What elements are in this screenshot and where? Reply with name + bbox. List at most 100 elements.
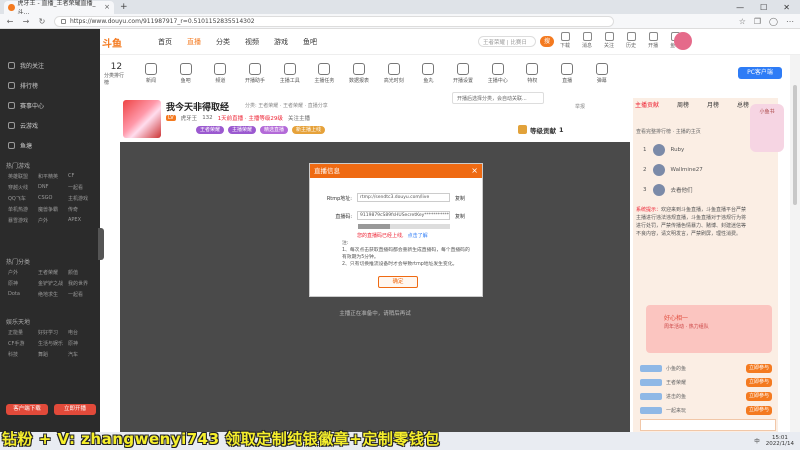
- sidebar-link[interactable]: QQ飞车: [8, 195, 38, 202]
- mascot-badge[interactable]: 小鱼书: [750, 104, 784, 152]
- tab-week[interactable]: 周榜: [677, 100, 689, 109]
- pc-client-button[interactable]: PC客户端: [738, 67, 782, 79]
- new-tab-button[interactable]: +: [120, 2, 128, 12]
- sidebar-item-follow[interactable]: 我的关注: [8, 61, 44, 70]
- minimize-button[interactable]: —: [736, 3, 744, 12]
- nav-live[interactable]: 直播: [187, 37, 201, 47]
- room-tag[interactable]: 精选直播: [260, 126, 289, 134]
- sidebar-item-events[interactable]: 赛事中心: [8, 101, 44, 110]
- close-icon[interactable]: ×: [471, 164, 478, 178]
- join-button[interactable]: 立即参与: [746, 363, 772, 373]
- sidebar-item-rank[interactable]: 排行榜: [8, 81, 38, 90]
- tool-item[interactable]: 频道: [208, 60, 233, 94]
- client-download-button[interactable]: 客户端下载: [6, 404, 48, 415]
- sidebar-item-fishpond[interactable]: 鱼塘: [8, 141, 32, 150]
- favorites-star-icon[interactable]: ☆: [739, 17, 746, 26]
- copy-key-button[interactable]: 复制: [455, 213, 465, 220]
- sidebar-item-cloud-game[interactable]: 云游戏: [8, 121, 38, 130]
- sidebar-link[interactable]: 主机游戏: [68, 195, 98, 202]
- tool-item[interactable]: 鱼吧: [173, 60, 198, 94]
- sidebar-link[interactable]: DNF: [38, 184, 68, 191]
- more-menu-icon[interactable]: ⋯: [786, 17, 794, 26]
- tool-item[interactable]: 新闻: [139, 60, 164, 94]
- sidebar-link[interactable]: 好好学习: [38, 329, 68, 336]
- maximize-button[interactable]: ☐: [760, 3, 767, 12]
- nav-game[interactable]: 游戏: [274, 37, 288, 47]
- fan-row[interactable]: 3 去看他们: [643, 184, 693, 196]
- rtmp-field[interactable]: rtmp://sendtc3.douyu.com/live: [357, 193, 450, 202]
- scrollbar-thumb[interactable]: [793, 85, 797, 205]
- sidebar-link[interactable]: 王者荣耀: [38, 269, 68, 276]
- tool-item[interactable]: 弹幕: [589, 60, 614, 94]
- room-tag[interactable]: 主播荣耀: [228, 126, 257, 134]
- key-scrollbar-thumb[interactable]: [358, 224, 391, 229]
- join-button[interactable]: 立即参与: [746, 391, 772, 401]
- tool-item[interactable]: 主播任务: [312, 60, 337, 94]
- tool-item[interactable]: 特权: [520, 60, 545, 94]
- join-button[interactable]: 立即参与: [746, 377, 772, 387]
- sidebar-link[interactable]: 单机热游: [8, 206, 38, 213]
- search-input[interactable]: 王者荣耀 | 比赛日: [478, 36, 536, 47]
- anchor-name[interactable]: 虎牙王: [181, 114, 198, 122]
- stream-key-field[interactable]: 9119879cS89fsHUSecretKey*************: [357, 211, 450, 220]
- rank-subtitle[interactable]: 查看完整排行榜 · 主播的主页: [636, 128, 701, 135]
- profile-icon[interactable]: ◯: [769, 17, 778, 26]
- header-broadcast[interactable]: 开播: [648, 32, 658, 49]
- tab-contribution[interactable]: 主播贡献: [635, 100, 659, 109]
- refresh-button[interactable]: ↻: [38, 17, 46, 26]
- nav-video[interactable]: 视频: [245, 37, 259, 47]
- sidebar-link[interactable]: 我的世界: [68, 280, 98, 287]
- sidebar-link[interactable]: 魔兽争霸: [38, 206, 68, 213]
- browser-tab[interactable]: 虎牙王 - 直播_王者荣耀直播_斗... ×: [4, 0, 114, 16]
- sidebar-link[interactable]: 绝地求生: [38, 291, 68, 298]
- sidebar-link[interactable]: 生活与娱乐: [38, 340, 68, 347]
- sidebar-link[interactable]: 汽车: [68, 351, 98, 358]
- ranking-badge[interactable]: 等级贡献 1: [518, 124, 564, 135]
- header-download[interactable]: 下载: [560, 32, 570, 49]
- sidebar-link[interactable]: Dota: [8, 291, 38, 298]
- sidebar-link[interactable]: 一起看: [68, 291, 98, 298]
- room-tag[interactable]: 王者荣耀: [196, 126, 225, 134]
- copy-rtmp-button[interactable]: 复制: [455, 195, 465, 202]
- anchor-avatar[interactable]: [123, 100, 161, 138]
- follow-link[interactable]: 关注主播: [288, 114, 310, 122]
- collections-icon[interactable]: ❐: [754, 17, 761, 26]
- report-link[interactable]: 举报: [575, 103, 585, 110]
- tool-item[interactable]: 开播助手: [243, 60, 268, 94]
- key-scrollbar[interactable]: [358, 224, 450, 229]
- sidebar-link[interactable]: 舞蹈: [38, 351, 68, 358]
- event-card[interactable]: 好心相一 周年活动 · 热力组队: [646, 305, 772, 353]
- learn-more-link[interactable]: 点击了解: [408, 233, 428, 239]
- sidebar-link[interactable]: 原神: [68, 340, 98, 347]
- sidebar-link[interactable]: 一起看: [68, 184, 98, 191]
- forward-button[interactable]: →: [22, 17, 30, 26]
- sidebar-link[interactable]: APEX: [68, 217, 98, 224]
- sidebar-link[interactable]: 科技: [8, 351, 38, 358]
- back-button[interactable]: ←: [6, 17, 14, 26]
- sidebar-link[interactable]: 正能量: [8, 329, 38, 336]
- sidebar-link[interactable]: 传奇: [68, 206, 98, 213]
- join-button[interactable]: 立即参与: [746, 405, 772, 415]
- header-history[interactable]: 历史: [626, 32, 636, 49]
- tab-close-icon[interactable]: ×: [104, 3, 110, 11]
- category-rank[interactable]: 12 分类排行榜: [104, 60, 129, 94]
- tab-total[interactable]: 总榜: [737, 100, 749, 109]
- nav-yuba[interactable]: 鱼吧: [303, 37, 317, 47]
- tool-item[interactable]: 高光时刻: [381, 60, 406, 94]
- clock[interactable]: 15:01 2022/1/14: [766, 435, 794, 448]
- nav-home[interactable]: 首页: [158, 37, 172, 47]
- sidebar-link[interactable]: 户外: [8, 269, 38, 276]
- tool-item[interactable]: 开播设置: [451, 60, 476, 94]
- search-button[interactable]: 搜: [540, 36, 554, 47]
- header-message[interactable]: 消息: [582, 32, 592, 49]
- sidebar-link[interactable]: 和平精英: [38, 173, 68, 180]
- fan-row[interactable]: 1 Ruby: [643, 144, 684, 156]
- sidebar-link[interactable]: 金铲铲之战: [38, 280, 68, 287]
- sidebar-link[interactable]: 电台: [68, 329, 98, 336]
- user-avatar[interactable]: [674, 32, 692, 50]
- fan-row[interactable]: 2 Wallmine27: [643, 164, 703, 176]
- sidebar-link[interactable]: 原神: [8, 280, 38, 287]
- sidebar-link[interactable]: 户外: [38, 217, 68, 224]
- url-field[interactable]: https://www.douyu.com/911987917_r=0.5101…: [54, 15, 614, 27]
- sidebar-link[interactable]: CSGO: [38, 195, 68, 202]
